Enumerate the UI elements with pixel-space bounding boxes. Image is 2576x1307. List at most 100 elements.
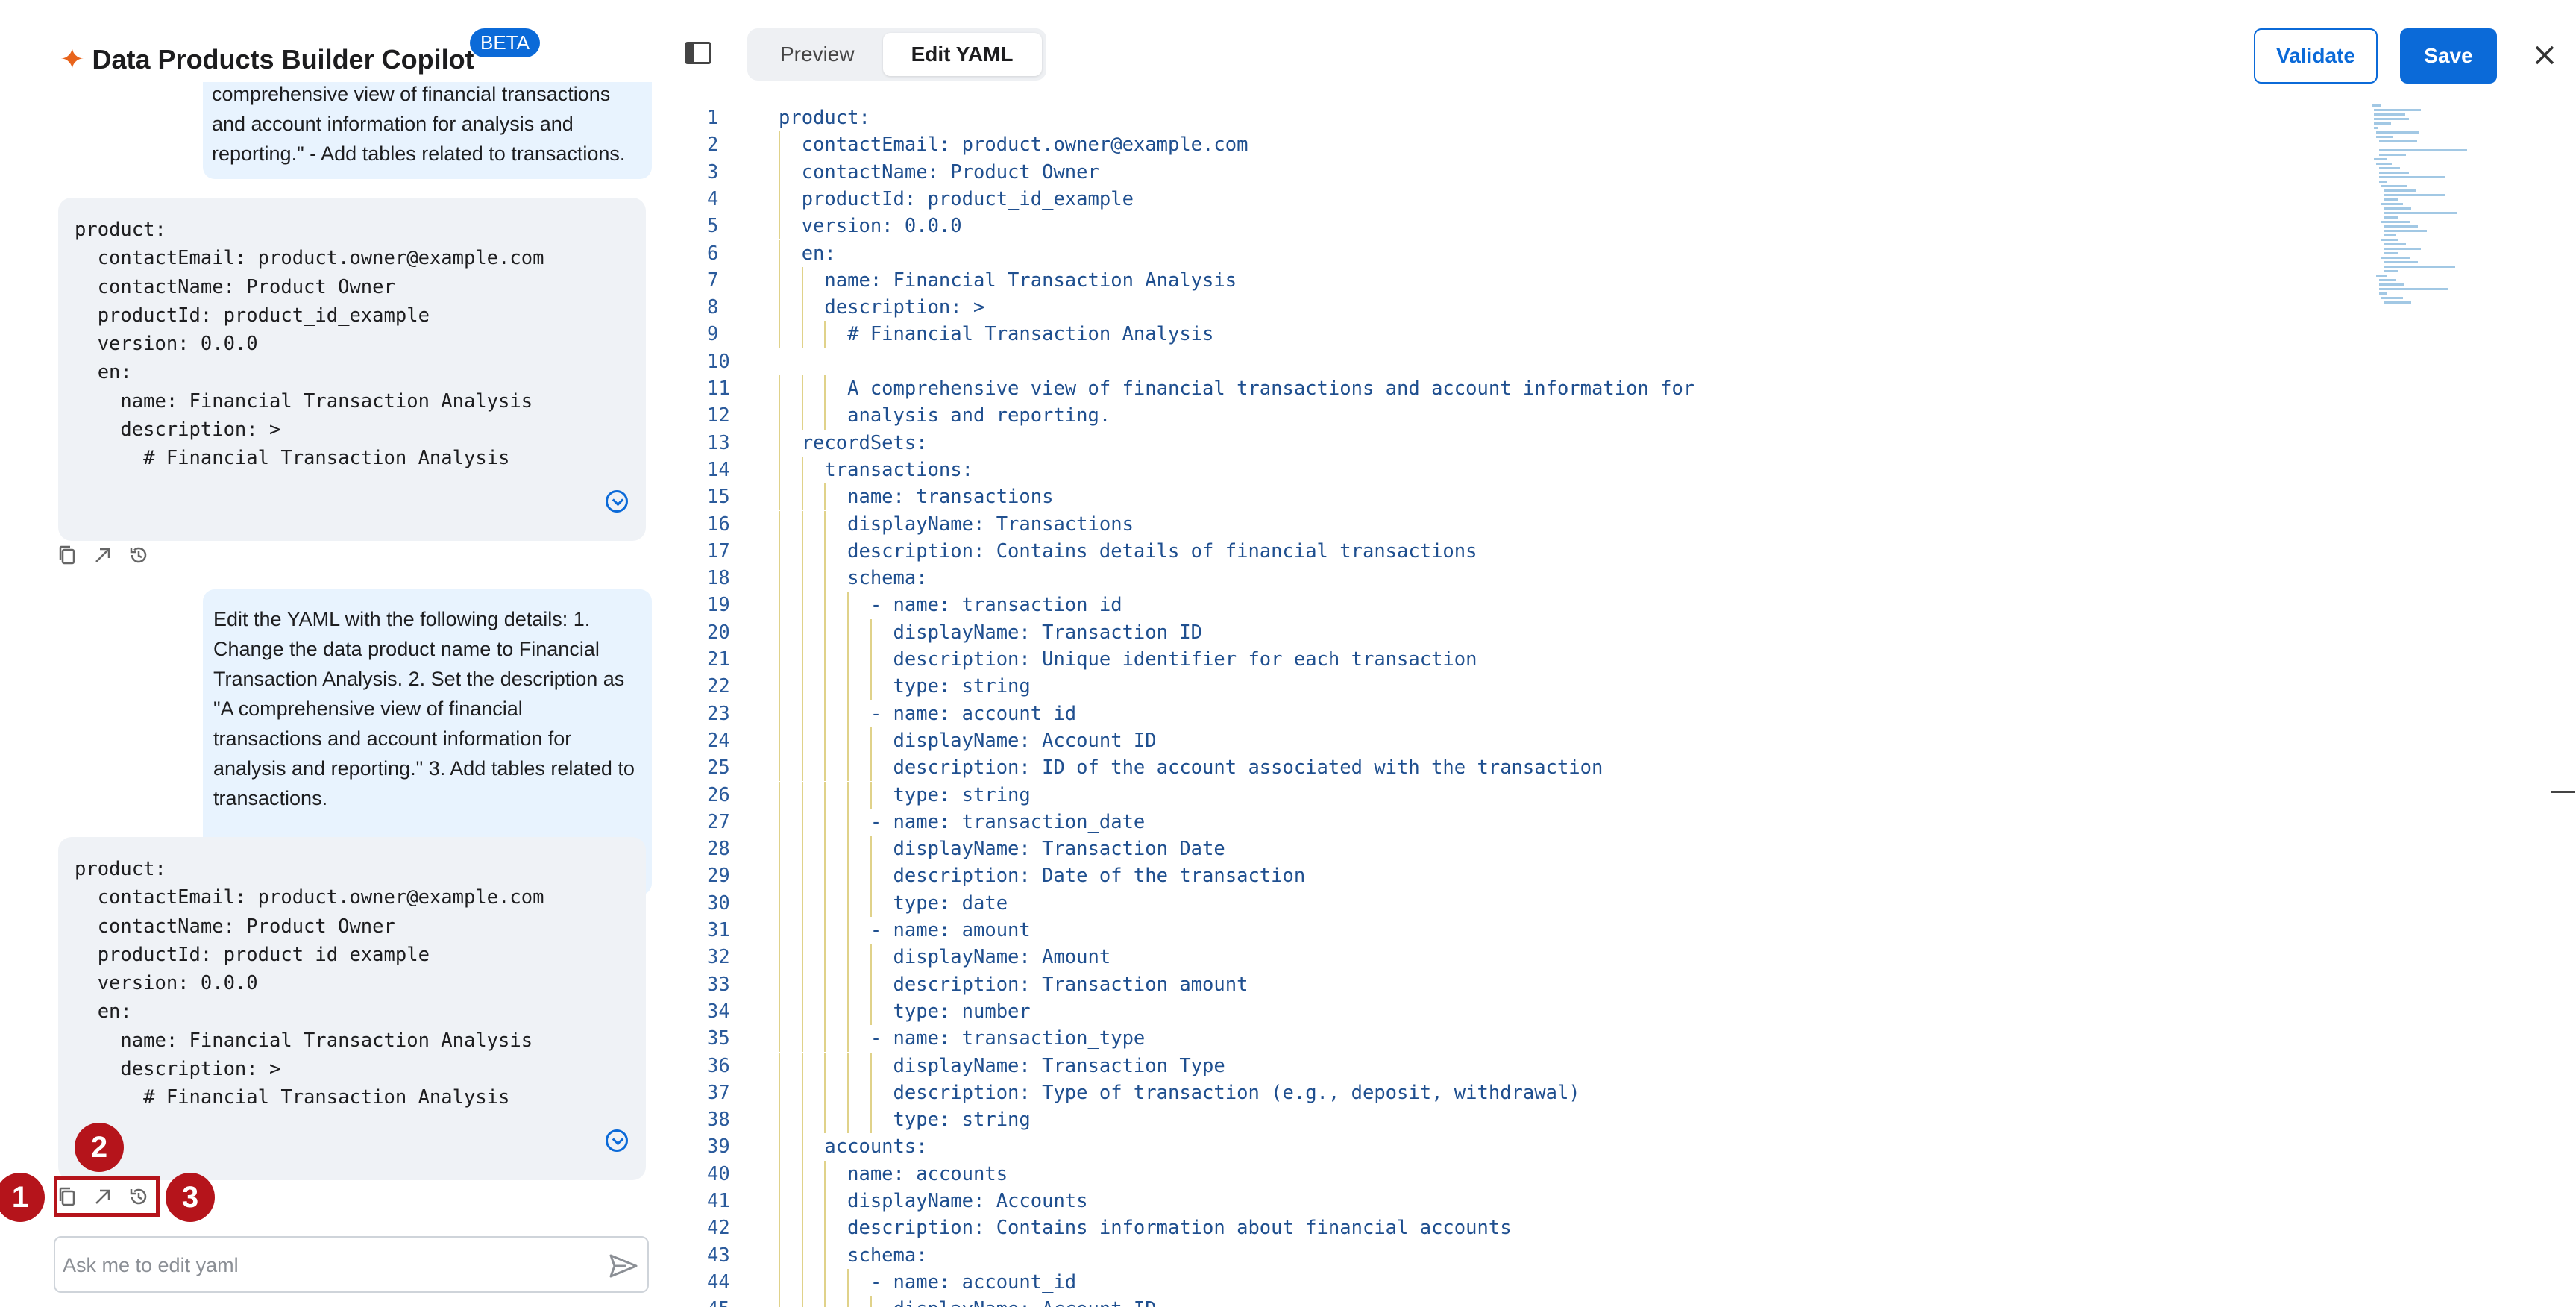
editor-line[interactable]: 37 description: Type of transaction (e.g…: [694, 1079, 1580, 1106]
editor-line[interactable]: 21 description: Unique identifier for ea…: [694, 646, 1477, 673]
editor-line[interactable]: 3 contactName: Product Owner: [694, 159, 1099, 186]
indent-guide: [801, 646, 803, 674]
line-text: transactions:: [779, 458, 973, 481]
editor-line[interactable]: 27 - name: transaction_date: [694, 809, 1145, 836]
editor-line[interactable]: 31 - name: amount: [694, 917, 1031, 944]
editor-line[interactable]: 15 name: transactions: [694, 483, 1053, 510]
minimap-line: [2384, 248, 2421, 250]
editor-line[interactable]: 8 description: >: [694, 294, 984, 321]
line-number: 1: [707, 107, 719, 129]
editor-line[interactable]: 16 displayName: Transactions: [694, 511, 1134, 538]
editor-line[interactable]: 36 displayName: Transaction Type: [694, 1053, 1225, 1079]
editor-line[interactable]: 29 description: Date of the transaction: [694, 862, 1305, 889]
editor-line[interactable]: 28 displayName: Transaction Date: [694, 836, 1225, 862]
yaml-editor[interactable]: 1 product: 2 contactEmail: product.owner@e…: [694, 104, 2528, 1307]
chat-history[interactable]: comprehensive view of financial transact…: [0, 82, 664, 1186]
editor-line[interactable]: 30 type: date: [694, 890, 1008, 917]
editor-line[interactable]: 5 version: 0.0.0: [694, 213, 962, 239]
line-text: description: Contains details of financi…: [779, 539, 1477, 562]
editor-line[interactable]: 11 A comprehensive view of financial tra…: [694, 375, 1694, 402]
editor-line[interactable]: 41 displayName: Accounts: [694, 1188, 1088, 1214]
indent-guide: [824, 673, 826, 700]
copy-icon[interactable]: [55, 543, 79, 567]
editor-line[interactable]: 35 - name: transaction_type: [694, 1025, 1145, 1052]
indent-guide: [801, 1160, 803, 1188]
editor-line[interactable]: 13 recordSets:: [694, 430, 928, 457]
editor-line[interactable]: 44 - name: account_id: [694, 1269, 1076, 1296]
editor-minimap[interactable]: [2372, 104, 2506, 304]
indent-guide: [779, 537, 780, 565]
editor-line[interactable]: 22 type: string: [694, 673, 1031, 700]
line-number: 8: [707, 296, 719, 319]
editor-line[interactable]: 20 displayName: Transaction ID: [694, 619, 1202, 646]
minimap-line: [2384, 189, 2416, 192]
editor-line[interactable]: 2 contactEmail: product.owner@example.co…: [694, 131, 1248, 158]
history-icon[interactable]: [127, 543, 151, 567]
line-number: 37: [707, 1081, 730, 1104]
apply-arrow-icon[interactable]: [91, 543, 115, 567]
panel-header: ✦ Data Products Builder Copilot: [60, 37, 474, 82]
user-message-text: Edit the YAML with the following details…: [213, 608, 635, 809]
chat-input[interactable]: [61, 1245, 586, 1285]
editor-line[interactable]: 38 type: string: [694, 1106, 1031, 1133]
line-number: 30: [707, 891, 730, 915]
editor-line[interactable]: 34 type: number: [694, 998, 1031, 1025]
indent-guide: [779, 131, 780, 159]
expand-icon[interactable]: [606, 490, 628, 513]
editor-line[interactable]: 43 schema:: [694, 1242, 928, 1269]
line-text: type: string: [779, 783, 1031, 806]
indent-guide: [779, 944, 780, 971]
indent-guide: [847, 1052, 849, 1079]
editor-line[interactable]: 25 description: ID of the account associ…: [694, 754, 1603, 781]
tab-preview[interactable]: Preview: [752, 33, 883, 76]
editor-line[interactable]: 12 analysis and reporting.: [694, 402, 1110, 429]
editor-line[interactable]: 17 description: Contains details of fina…: [694, 538, 1477, 565]
user-message: comprehensive view of financial transact…: [203, 82, 652, 179]
editor-line[interactable]: 14 transactions:: [694, 457, 973, 483]
indent-guide: [779, 1052, 780, 1079]
editor-line[interactable]: 42 description: Contains information abo…: [694, 1214, 1512, 1241]
line-text: # Financial Transaction Analysis: [779, 323, 1214, 346]
editor-line[interactable]: 40 name: accounts: [694, 1161, 1008, 1188]
line-text: A comprehensive view of financial transa…: [779, 377, 1695, 400]
sidebar-toggle-icon[interactable]: [685, 42, 711, 64]
expand-icon[interactable]: [606, 1129, 628, 1152]
editor-line[interactable]: 9 # Financial Transaction Analysis: [694, 321, 1213, 348]
editor-line[interactable]: 4 productId: product_id_example: [694, 186, 1134, 213]
line-text: contactEmail: product.owner@example.com: [779, 134, 1248, 157]
editor-line[interactable]: 6 en:: [694, 240, 836, 267]
editor-line[interactable]: 10: [694, 348, 779, 375]
minimap-line: [2376, 136, 2393, 138]
editor-line[interactable]: 45 displayName: Account ID: [694, 1296, 1157, 1307]
editor-line[interactable]: 39 accounts:: [694, 1133, 928, 1160]
editor-line[interactable]: 1 product:: [694, 104, 870, 131]
editor-scroll-indicator[interactable]: [2551, 791, 2575, 793]
indent-guide: [824, 537, 826, 565]
indent-guide: [779, 321, 780, 348]
line-text: analysis and reporting.: [779, 404, 1111, 427]
indent-guide: [824, 321, 826, 348]
tab-edit-yaml[interactable]: Edit YAML: [882, 33, 1042, 76]
validate-button[interactable]: Validate: [2254, 28, 2378, 84]
line-text: - name: account_id: [779, 1270, 1077, 1294]
indent-guide: [779, 266, 780, 295]
editor-line[interactable]: 18 schema:: [694, 565, 928, 592]
indent-guide: [779, 646, 780, 674]
close-icon[interactable]: [2530, 40, 2560, 70]
indent-guide: [847, 727, 849, 755]
send-icon[interactable]: [609, 1251, 638, 1281]
editor-line[interactable]: 33 description: Transaction amount: [694, 971, 1248, 998]
indent-guide: [801, 375, 803, 403]
line-text: description: Contains information about …: [779, 1217, 1512, 1240]
minimap-line: [2384, 252, 2398, 254]
save-button[interactable]: Save: [2400, 28, 2497, 84]
line-text: type: string: [779, 1109, 1031, 1132]
editor-line[interactable]: 24 displayName: Account ID: [694, 727, 1157, 754]
indent-guide: [870, 754, 872, 782]
editor-line[interactable]: 23 - name: account_id: [694, 700, 1076, 727]
editor-line[interactable]: 7 name: Financial Transaction Analysis: [694, 267, 1237, 294]
editor-line[interactable]: 32 displayName: Amount: [694, 944, 1110, 971]
indent-guide: [870, 646, 872, 674]
editor-line[interactable]: 26 type: string: [694, 782, 1031, 809]
editor-line[interactable]: 19 - name: transaction_id: [694, 592, 1122, 618]
